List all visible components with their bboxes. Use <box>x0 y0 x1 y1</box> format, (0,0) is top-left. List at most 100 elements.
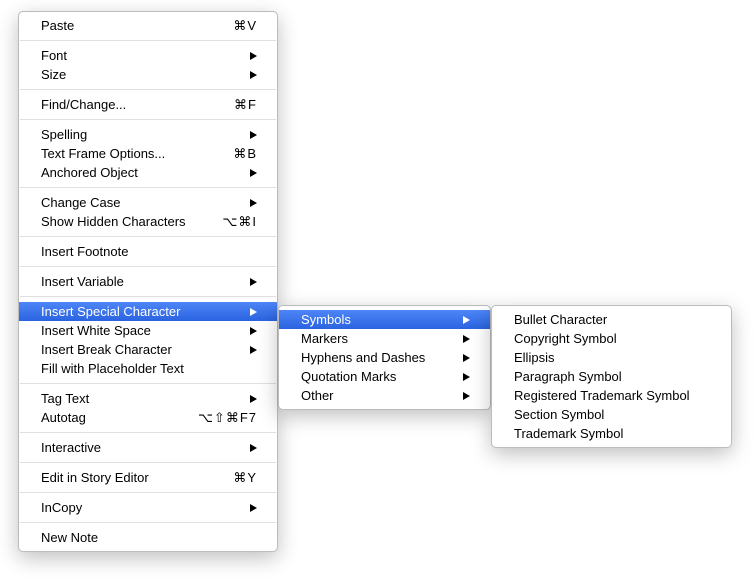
menu-item-ellipsis[interactable]: Ellipsis <box>492 348 731 367</box>
submenu-arrow-icon <box>250 169 257 177</box>
menu-item-find-change[interactable]: Find/Change...⌘F <box>19 95 277 114</box>
submenu-arrow-icon <box>250 71 257 79</box>
menu-item-shortcut: ⌘B <box>205 146 257 162</box>
menu-item-label: Bullet Character <box>514 312 711 327</box>
menu-item-paragraph-symbol[interactable]: Paragraph Symbol <box>492 367 731 386</box>
submenu-arrow-icon <box>463 354 470 362</box>
menu-separator <box>20 522 276 523</box>
menu-separator <box>20 383 276 384</box>
menu-item-anchored-object[interactable]: Anchored Object <box>19 163 277 182</box>
submenu-arrow-icon <box>250 395 257 403</box>
submenu-arrow-icon <box>250 199 257 207</box>
menu-separator <box>20 89 276 90</box>
menu-item-new-note[interactable]: New Note <box>19 528 277 547</box>
menu-item-label: Text Frame Options... <box>41 146 205 161</box>
menu-item-label: Font <box>41 48 242 63</box>
menu-separator <box>20 296 276 297</box>
menu-item-text-frame-options[interactable]: Text Frame Options...⌘B <box>19 144 277 163</box>
menu-item-bullet-character[interactable]: Bullet Character <box>492 310 731 329</box>
menu-item-label: InCopy <box>41 500 242 515</box>
submenu-arrow-icon <box>250 278 257 286</box>
menu-item-shortcut: ⌘Y <box>205 470 257 486</box>
menu-item-insert-footnote[interactable]: Insert Footnote <box>19 242 277 261</box>
menu-item-label: Trademark Symbol <box>514 426 711 441</box>
menu-item-label: Symbols <box>301 312 455 327</box>
menu-item-edit-in-story-editor[interactable]: Edit in Story Editor⌘Y <box>19 468 277 487</box>
submenu-arrow-icon <box>463 373 470 381</box>
menu-item-label: Fill with Placeholder Text <box>41 361 257 376</box>
submenu-arrow-icon <box>250 308 257 316</box>
menu-item-autotag[interactable]: Autotag⌥⇧⌘F7 <box>19 408 277 427</box>
menu-item-section-symbol[interactable]: Section Symbol <box>492 405 731 424</box>
menu-item-show-hidden-characters[interactable]: Show Hidden Characters⌥⌘I <box>19 212 277 231</box>
menu-item-label: New Note <box>41 530 257 545</box>
menu-item-label: Interactive <box>41 440 242 455</box>
menu-item-interactive[interactable]: Interactive <box>19 438 277 457</box>
menu-item-label: Change Case <box>41 195 242 210</box>
menu-item-label: Hyphens and Dashes <box>301 350 455 365</box>
submenu-arrow-icon <box>250 444 257 452</box>
menu-item-markers[interactable]: Markers <box>279 329 490 348</box>
menu-item-insert-variable[interactable]: Insert Variable <box>19 272 277 291</box>
menu-item-font[interactable]: Font <box>19 46 277 65</box>
menu-item-fill-with-placeholder-text[interactable]: Fill with Placeholder Text <box>19 359 277 378</box>
menu-item-label: Tag Text <box>41 391 242 406</box>
menu-item-shortcut: ⌘F <box>205 97 257 113</box>
menu-item-shortcut: ⌥⌘I <box>205 214 257 230</box>
submenu-arrow-icon <box>250 504 257 512</box>
menu-item-shortcut: ⌥⇧⌘F7 <box>198 410 257 426</box>
menu-separator <box>20 187 276 188</box>
submenu-arrow-icon <box>463 316 470 324</box>
submenu-arrow-icon <box>250 346 257 354</box>
submenu-symbols: Bullet Character Copyright Symbol Ellipsis… <box>491 305 732 448</box>
menu-item-quotation-marks[interactable]: Quotation Marks <box>279 367 490 386</box>
menu-item-label: Edit in Story Editor <box>41 470 205 485</box>
menu-separator <box>20 462 276 463</box>
menu-item-spelling[interactable]: Spelling <box>19 125 277 144</box>
menu-item-insert-break-character[interactable]: Insert Break Character <box>19 340 277 359</box>
menu-item-tag-text[interactable]: Tag Text <box>19 389 277 408</box>
menu-item-symbols[interactable]: Symbols <box>279 310 490 329</box>
menu-item-hyphens-and-dashes[interactable]: Hyphens and Dashes <box>279 348 490 367</box>
menu-item-label: Insert Break Character <box>41 342 242 357</box>
menu-item-insert-white-space[interactable]: Insert White Space <box>19 321 277 340</box>
submenu-insert-special-character: Symbols Markers Hyphens and Dashes Quotatio… <box>278 305 491 410</box>
menu-item-change-case[interactable]: Change Case <box>19 193 277 212</box>
context-menu-main: Paste⌘V Font Size Find/Change...⌘F Spelling T… <box>18 11 278 552</box>
menu-item-trademark-symbol[interactable]: Trademark Symbol <box>492 424 731 443</box>
menu-item-label: Copyright Symbol <box>514 331 711 346</box>
menu-item-incopy[interactable]: InCopy <box>19 498 277 517</box>
menu-item-insert-special-character[interactable]: Insert Special Character <box>19 302 277 321</box>
menu-item-label: Spelling <box>41 127 242 142</box>
menu-item-label: Insert White Space <box>41 323 242 338</box>
submenu-arrow-icon <box>250 327 257 335</box>
menu-item-copyright-symbol[interactable]: Copyright Symbol <box>492 329 731 348</box>
menu-item-label: Insert Footnote <box>41 244 257 259</box>
submenu-arrow-icon <box>250 131 257 139</box>
menu-item-label: Markers <box>301 331 455 346</box>
menu-item-label: Other <box>301 388 455 403</box>
menu-item-registered-trademark-symbol[interactable]: Registered Trademark Symbol <box>492 386 731 405</box>
menu-item-label: Find/Change... <box>41 97 205 112</box>
menu-separator <box>20 40 276 41</box>
menu-item-label: Section Symbol <box>514 407 711 422</box>
menu-item-label: Insert Special Character <box>41 304 242 319</box>
menu-item-label: Ellipsis <box>514 350 711 365</box>
menu-separator <box>20 266 276 267</box>
submenu-arrow-icon <box>250 52 257 60</box>
menu-item-label: Insert Variable <box>41 274 242 289</box>
submenu-arrow-icon <box>463 392 470 400</box>
menu-separator <box>20 432 276 433</box>
menu-item-other[interactable]: Other <box>279 386 490 405</box>
menu-item-label: Show Hidden Characters <box>41 214 205 229</box>
menu-item-label: Anchored Object <box>41 165 242 180</box>
menu-item-label: Paragraph Symbol <box>514 369 711 384</box>
menu-item-paste[interactable]: Paste⌘V <box>19 16 277 35</box>
menu-item-size[interactable]: Size <box>19 65 277 84</box>
menu-item-label: Size <box>41 67 242 82</box>
menu-item-shortcut: ⌘V <box>205 18 257 34</box>
menu-separator <box>20 119 276 120</box>
menu-separator <box>20 492 276 493</box>
menu-separator <box>20 236 276 237</box>
menu-item-label: Autotag <box>41 410 198 425</box>
